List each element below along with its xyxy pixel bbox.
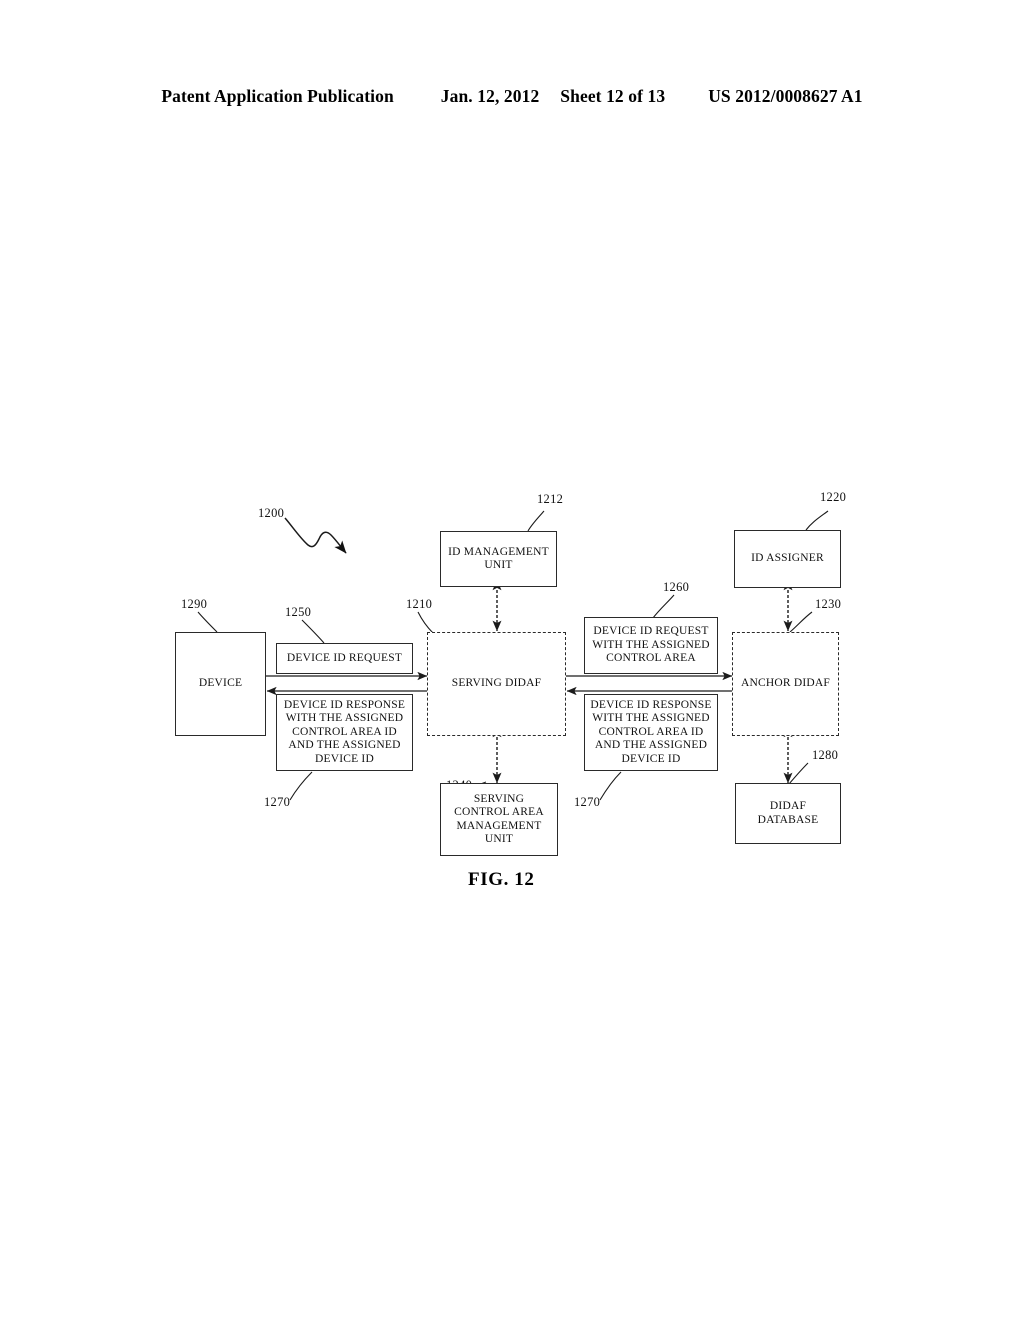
node-serving-control-area-management-unit[interactable]: SERVING CONTROL AREA MANAGEMENT UNIT — [440, 783, 558, 856]
ref-1210-leader — [417, 611, 434, 634]
ref-label-1270-left: 1270 — [264, 795, 291, 809]
node-didaf-database[interactable]: DIDAF DATABASE — [735, 783, 841, 844]
ref-1270-right-leader — [599, 771, 622, 801]
ref-1260-leader — [652, 594, 675, 619]
message-device-id-response-right[interactable]: DEVICE ID RESPONSE WITH THE ASSIGNED CONTR… — [584, 694, 718, 771]
ref-label-1250: 1250 — [285, 605, 312, 619]
node-anchor-didaf[interactable]: ANCHOR DIDAF — [732, 632, 839, 736]
figure-12-diagram: 1200 1212 1220 1290 1250 1210 1260 1230 … — [0, 0, 1024, 1320]
ref-label-1280: 1280 — [812, 748, 839, 762]
message-device-id-request[interactable]: DEVICE ID REQUEST — [276, 643, 413, 674]
ref-label-1270-right: 1270 — [574, 795, 601, 809]
ref-label-1210: 1210 — [406, 597, 433, 611]
ref-label-1230: 1230 — [815, 597, 842, 611]
message-device-id-request-with-control-area[interactable]: DEVICE ID REQUEST WITH THE ASSIGNED CONTRO… — [584, 617, 718, 674]
node-id-assigner[interactable]: ID ASSIGNER — [734, 530, 841, 588]
ref-label-1290: 1290 — [181, 597, 208, 611]
ref-1270-left-leader — [289, 771, 313, 801]
node-serving-didaf[interactable]: SERVING DIDAF — [427, 632, 566, 736]
figure-caption: FIG. 12 — [468, 869, 535, 890]
ref-label-1220: 1220 — [820, 490, 847, 504]
ref-label-1260: 1260 — [663, 580, 690, 594]
ref-label-1200: 1200 — [258, 506, 285, 520]
ref-1250-leader — [301, 619, 325, 644]
ref-1212-leader — [527, 510, 545, 532]
node-id-management-unit[interactable]: ID MANAGEMENT UNIT — [440, 531, 557, 587]
ref-1220-leader — [805, 510, 829, 531]
ref-label-1212: 1212 — [537, 492, 564, 506]
ref-1230-leader — [789, 611, 813, 633]
ref-1280-leader — [788, 762, 809, 785]
ref-1290-leader — [197, 611, 218, 633]
message-device-id-response-left[interactable]: DEVICE ID RESPONSE WITH THE ASSIGNED CONTR… — [276, 694, 413, 771]
node-device[interactable]: DEVICE — [175, 632, 266, 736]
ref-1200-leader — [284, 517, 347, 554]
